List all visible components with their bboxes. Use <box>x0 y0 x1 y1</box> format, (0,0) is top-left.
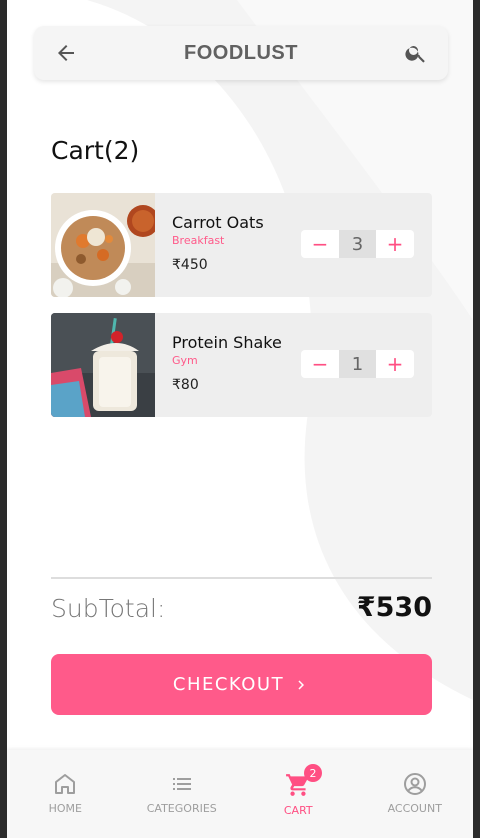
nav-label: CATEGORIES <box>146 802 217 815</box>
cart-item: Protein Shake Gym ₹80 − 1 + <box>51 313 432 417</box>
home-icon <box>55 774 76 794</box>
quantity-value: 3 <box>339 230 376 258</box>
bottom-navigation: HOME CATEGORIES 2 CART ACCOUNT <box>7 750 473 838</box>
nav-label: CART <box>283 804 313 817</box>
back-button[interactable] <box>52 39 80 67</box>
quantity-stepper: − 3 + <box>301 230 414 258</box>
cart-count-badge: 2 <box>304 764 322 782</box>
app-title: FOODLUST <box>184 41 298 64</box>
app-screen: FOODLUST Cart(2) Carrot Oats Breakfast ₹… <box>7 0 473 838</box>
nav-item-cart[interactable]: 2 CART <box>240 750 357 838</box>
item-price: ₹80 <box>172 377 199 393</box>
carrot-oats-photo <box>51 193 155 297</box>
list-icon <box>172 778 191 790</box>
cart-item: Carrot Oats Breakfast ₹450 − 3 + <box>51 193 432 297</box>
nav-item-categories[interactable]: CATEGORIES <box>124 750 241 838</box>
decrement-button[interactable]: − <box>301 230 339 258</box>
nav-label: ACCOUNT <box>387 802 442 815</box>
top-app-bar: FOODLUST <box>34 26 448 80</box>
arrow-left-icon <box>58 45 74 61</box>
item-price: ₹450 <box>172 257 208 273</box>
account-icon <box>403 773 426 795</box>
increment-button[interactable]: + <box>376 350 414 378</box>
quantity-value: 1 <box>339 350 376 378</box>
protein-shake-photo <box>51 313 155 417</box>
nav-label: HOME <box>48 802 82 815</box>
nav-item-account[interactable]: ACCOUNT <box>357 750 474 838</box>
increment-button[interactable]: + <box>376 230 414 258</box>
subtotal-label: SubTotal: <box>51 594 166 623</box>
search-button[interactable] <box>402 39 430 67</box>
subtotal-value: ₹530 <box>356 592 432 623</box>
nav-item-home[interactable]: HOME <box>7 750 124 838</box>
quantity-stepper: − 1 + <box>301 350 414 378</box>
checkout-label: CHECKOUT <box>172 674 285 695</box>
checkout-button[interactable]: CHECKOUT <box>51 654 432 715</box>
divider <box>51 577 432 579</box>
decrement-button[interactable]: − <box>301 350 339 378</box>
cart-heading: Cart(2) <box>51 136 140 165</box>
search-icon <box>405 46 425 63</box>
chevron-right-icon <box>298 680 305 689</box>
